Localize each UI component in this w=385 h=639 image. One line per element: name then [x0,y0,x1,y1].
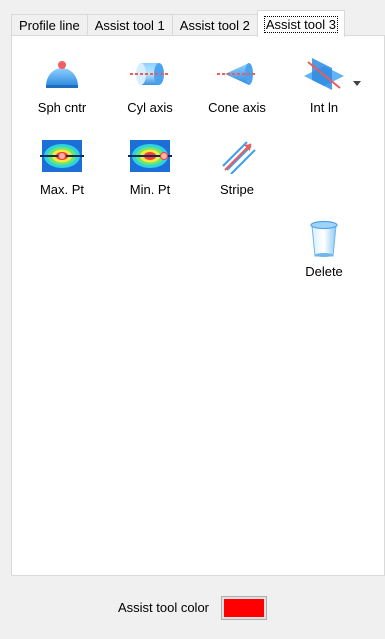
assist-tool-color-label: Assist tool color [117,600,210,615]
tab-label: Assist tool 1 [94,18,165,33]
sph-cntr-button[interactable]: Sph cntr [27,54,97,115]
cone-axis-icon [213,54,261,94]
tool-label: Cyl axis [127,100,173,115]
tool-label: Stripe [220,182,254,197]
cone-axis-button[interactable]: Cone axis [202,54,272,115]
stripe-button[interactable]: Stripe [202,136,272,197]
tool-panel: Sph cntr Cyl axis Cone axis Int ln Max. … [11,35,385,576]
assist-tool-window: Profile line Assist tool 1 Assist tool 2… [0,0,385,639]
tab-label: Assist tool 2 [179,18,250,33]
cyl-axis-button[interactable]: Cyl axis [115,54,185,115]
color-swatch [224,598,265,617]
trash-icon [300,218,348,258]
tool-label: Delete [305,264,343,279]
max-pt-button[interactable]: Max. Pt [27,136,97,197]
max-point-icon [38,136,86,176]
tab-bar: Profile line Assist tool 1 Assist tool 2… [11,10,345,37]
tab-assist-tool-2[interactable]: Assist tool 2 [171,14,258,36]
delete-button[interactable]: Delete [289,218,359,279]
int-ln-button[interactable]: Int ln [289,54,359,115]
min-pt-button[interactable]: Min. Pt [115,136,185,197]
tool-label: Sph cntr [37,100,87,115]
cylinder-axis-icon [126,54,174,94]
tab-assist-tool-1[interactable]: Assist tool 1 [86,14,173,36]
footer-bar: Assist tool color [0,576,385,639]
tab-assist-tool-3[interactable]: Assist tool 3 [256,10,345,37]
tab-profile-line[interactable]: Profile line [11,14,88,36]
tab-label: Profile line [19,18,80,33]
tool-label: Cone axis [208,100,266,115]
stripe-icon [213,136,261,176]
sphere-center-icon [38,54,86,94]
tool-label: Max. Pt [39,182,85,197]
min-point-icon [126,136,174,176]
tab-label: Assist tool 3 [263,15,338,33]
assist-tool-color-button[interactable] [221,595,268,620]
tool-label: Int ln [309,100,339,115]
int-ln-dropdown-arrow[interactable] [353,81,361,86]
tool-label: Min. Pt [129,182,171,197]
intersection-line-icon [300,54,348,94]
